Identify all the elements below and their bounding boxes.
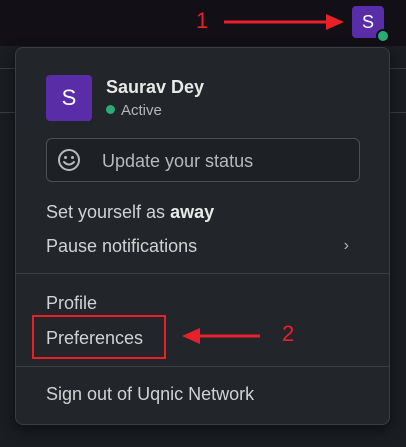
presence-indicator <box>376 29 390 43</box>
set-away-prefix: Set yourself as <box>46 202 171 222</box>
sign-out-label: Sign out of Uqnic Network <box>46 384 255 404</box>
pause-notifications-label: Pause notifications <box>46 236 198 256</box>
annotation-step-2-label: 2 <box>282 321 295 346</box>
status-placeholder: Update your status <box>102 151 254 171</box>
chevron-right-icon: › <box>343 237 349 254</box>
user-header: S Saurav Dey Active <box>46 75 366 123</box>
pause-notifications-item[interactable]: Pause notifications <box>46 236 197 257</box>
menu-divider <box>16 273 389 274</box>
avatar-initial: S <box>361 11 374 32</box>
profile-label: Profile <box>46 293 98 313</box>
user-avatar: S <box>46 75 92 121</box>
menu-divider <box>16 366 389 367</box>
background-divider <box>390 68 406 69</box>
user-menu: S Saurav Dey Active Update your status S… <box>15 47 390 425</box>
profile-item[interactable]: Profile <box>46 293 97 314</box>
update-status-input[interactable]: Update your status <box>46 138 360 182</box>
annotation-step-1-label: 1 <box>196 8 209 33</box>
smiley-icon <box>58 149 80 171</box>
sign-out-item[interactable]: Sign out of Uqnic Network <box>46 384 254 405</box>
set-away-emphasis: away <box>170 202 215 222</box>
user-presence-status: Active <box>106 102 162 119</box>
active-status-dot <box>106 105 115 114</box>
annotation-highlight-box <box>32 315 166 359</box>
background-divider <box>390 112 406 113</box>
set-away-item[interactable]: Set yourself as away <box>46 202 214 223</box>
user-name: Saurav Dey <box>106 77 205 97</box>
annotation-arrow-right <box>224 14 344 30</box>
annotation-arrow-left <box>182 328 260 344</box>
status-label: Active <box>121 102 162 119</box>
avatar-initial: S <box>61 85 77 110</box>
